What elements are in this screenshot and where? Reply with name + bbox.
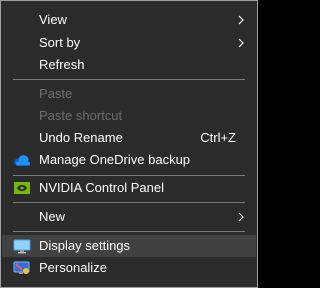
menu-item-paste-shortcut: Paste shortcut [2, 105, 256, 127]
menu-item-personalize-label: Personalize [39, 260, 107, 275]
menu-item-sort-by-label: Sort by [39, 35, 81, 50]
menu-item-nvidia-label: NVIDIA Control Panel [39, 180, 165, 195]
desktop-context-menu: View Sort by Refresh Paste Paste shortcu… [0, 0, 258, 288]
menu-item-refresh[interactable]: Refresh [2, 54, 256, 76]
menu-item-paste: Paste [2, 83, 256, 105]
menu-item-refresh-label: Refresh [39, 57, 85, 72]
menu-separator [13, 231, 245, 232]
menu-item-onedrive-backup[interactable]: Manage OneDrive backup [2, 149, 256, 171]
menu-item-view-label: View [39, 12, 67, 27]
menu-item-sort-by[interactable]: Sort by [2, 32, 256, 54]
menu-item-display-settings[interactable]: Display settings [2, 235, 256, 257]
cloud-icon [14, 155, 30, 166]
chevron-right-icon [238, 38, 244, 48]
chevron-right-icon [238, 212, 244, 222]
undo-shortcut-label: Ctrl+Z [200, 130, 236, 145]
menu-item-nvidia-control-panel[interactable]: NVIDIA Control Panel [2, 177, 256, 199]
menu-item-undo-rename-label: Undo Rename [39, 130, 123, 145]
menu-item-display-settings-label: Display settings [39, 238, 131, 253]
nvidia-icon [14, 182, 30, 194]
menu-separator [13, 79, 245, 80]
menu-item-new-label: New [39, 209, 66, 224]
chevron-right-icon [238, 15, 244, 25]
menu-item-paste-label: Paste [39, 86, 73, 101]
menu-item-onedrive-label: Manage OneDrive backup [39, 152, 191, 167]
menu-item-view[interactable]: View [2, 9, 256, 31]
personalize-icon [13, 261, 30, 274]
menu-item-undo-rename[interactable]: Undo Rename Ctrl+Z [2, 127, 256, 149]
menu-separator [13, 175, 245, 176]
menu-separator [13, 202, 245, 203]
monitor-icon [13, 239, 31, 254]
menu-item-personalize[interactable]: Personalize [2, 257, 256, 279]
menu-item-new[interactable]: New [2, 206, 256, 228]
menu-item-paste-shortcut-label: Paste shortcut [39, 108, 123, 123]
